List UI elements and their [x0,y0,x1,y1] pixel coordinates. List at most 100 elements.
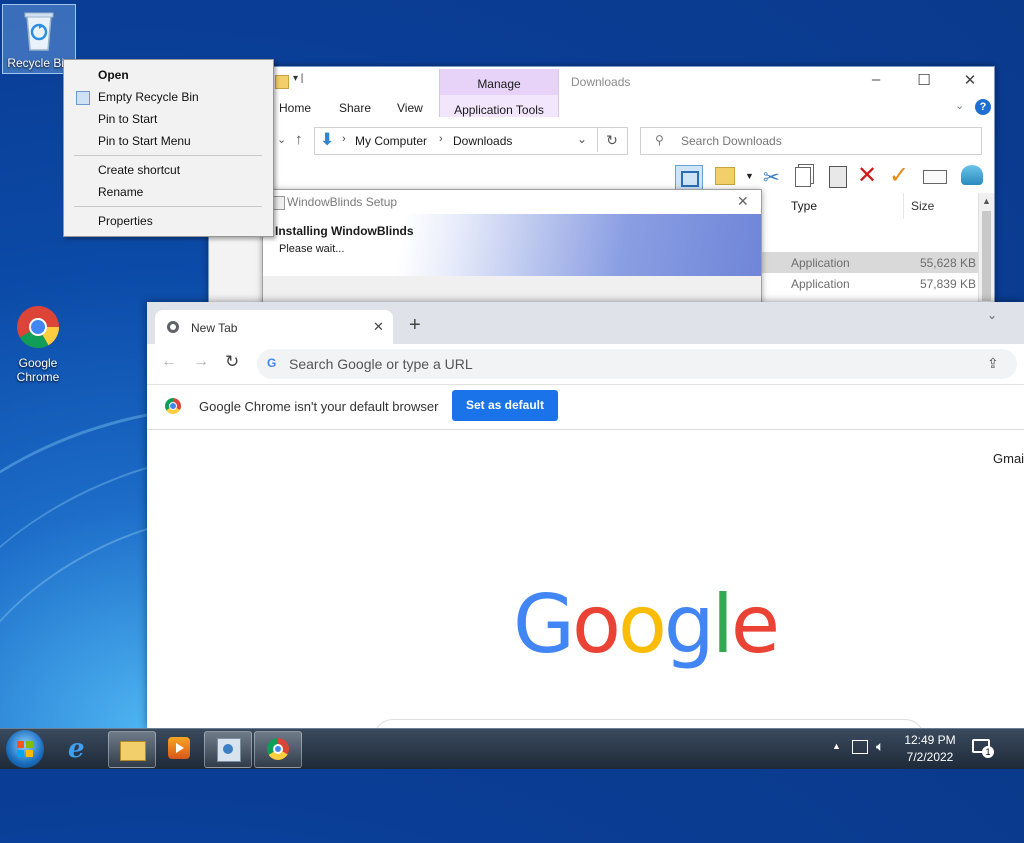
menu-item-empty-recycle-bin[interactable]: Empty Recycle Bin [98,90,199,104]
menu-item-open[interactable]: Open [98,68,129,82]
column-header-type[interactable]: Type [791,199,817,213]
action-center-icon[interactable]: 1 [972,739,994,758]
ribbon-expand-icon[interactable]: ⌄ [955,99,964,112]
menu-item-create-shortcut[interactable]: Create shortcut [98,163,180,177]
paste-icon[interactable] [829,166,847,188]
file-explorer-icon [120,741,146,761]
tab-view[interactable]: View [397,101,423,115]
chrome-desktop-icon[interactable]: Google Chrome [2,304,74,384]
close-button[interactable]: ✕ [955,71,985,91]
scroll-up-icon[interactable]: ▲ [979,196,994,206]
help-icon[interactable]: ? [975,99,991,115]
column-divider [903,193,904,219]
volume-icon[interactable]: 🔈︎ [876,738,884,755]
row-size: 57,839 KB [919,277,976,291]
taskbar-media-player[interactable] [156,731,202,766]
forward-button[interactable]: → [193,353,209,371]
menu-item-rename[interactable]: Rename [98,185,143,199]
dialog-title-bar: WindowBlinds Setup ✕ [263,190,761,214]
menu-item-properties[interactable]: Properties [98,214,153,228]
table-row[interactable]: Application 57,839 KB [761,273,978,294]
up-arrow-icon[interactable]: ↑ [295,131,303,148]
chrome-toolbar: ← → ↻ G Search Google or type a URL ⇪ [147,344,1024,384]
start-button[interactable] [6,730,44,768]
install-subtext: Please wait... [279,243,345,255]
tab-home[interactable]: Home [279,101,311,115]
set-as-default-button[interactable]: Set as default [452,390,558,421]
recycle-bin-icon [24,12,54,51]
menu-item-pin-to-start[interactable]: Pin to Start [98,112,157,126]
address-bar[interactable]: ⬇ › My Computer › Downloads ⌄ ↻ [314,127,628,155]
chrome-taskbar-icon [267,738,289,760]
back-button[interactable]: ← [161,353,177,371]
breadcrumb-my-computer[interactable]: My Computer [355,134,427,148]
minimize-button[interactable]: – [861,71,891,91]
tab-new-tab[interactable]: New Tab ✕ [155,310,393,344]
dialog-close-button[interactable]: ✕ [737,193,749,210]
tab-search-icon[interactable]: ⌄ [987,308,997,322]
refresh-icon[interactable]: ↻ [597,128,626,152]
chrome-icon [17,306,60,349]
address-dropdown-icon[interactable]: ⌄ [577,132,587,146]
row-size: 55,628 KB [919,256,976,270]
maximize-button[interactable]: ☐ [909,71,939,91]
search-downloads-field[interactable]: ⚲ Search Downloads [640,127,982,155]
dialog-title: WindowBlinds Setup [287,195,398,209]
copy-icon[interactable] [795,167,811,187]
column-header-size[interactable]: Size [911,199,934,213]
show-hidden-icons[interactable]: ▲ [832,741,841,751]
clock-time[interactable]: 12:49 PM [902,733,958,747]
vertical-scrollbar[interactable]: ▲ [978,193,994,305]
taskbar-internet-explorer[interactable]: e [58,731,104,766]
breadcrumb-separator-icon: › [439,133,443,145]
windows-logo-icon [17,741,33,757]
reload-button[interactable]: ↻ [225,352,239,372]
rename-icon[interactable] [923,170,947,184]
manage-tab[interactable]: Manage [440,77,558,91]
clock-date[interactable]: 7/2/2022 [902,750,958,764]
checkmark-icon[interactable]: ✓ [889,161,909,190]
google-g-icon: G [267,356,277,370]
chrome-favicon-icon [167,321,179,333]
breadcrumb-downloads[interactable]: Downloads [453,134,512,148]
menu-item-pin-to-start-menu[interactable]: Pin to Start Menu [98,134,191,148]
logo-letter: g [663,578,715,671]
menu-separator [74,206,262,207]
dropdown-chevron-icon[interactable]: ⌄ [277,133,286,146]
table-row[interactable]: Application 55,628 KB [761,252,978,273]
chrome-label-line2: Chrome [16,370,60,384]
context-menu: Open Empty Recycle Bin Pin to Start Pin … [63,59,274,237]
omnibox[interactable]: G Search Google or type a URL ⇪ [257,349,1017,379]
new-tab-button[interactable]: + [409,314,421,337]
recycle-small-icon [76,91,90,105]
tab-share[interactable]: Share [339,101,371,115]
shell-icon[interactable] [961,165,983,185]
quick-access-dropdown-icon[interactable]: ▾ | [293,73,303,84]
taskbar-chrome[interactable] [254,731,302,768]
tab-close-icon[interactable]: ✕ [373,319,384,335]
gmail-link[interactable]: Gmail [993,451,1024,466]
window-title: Downloads [571,75,631,89]
internet-explorer-icon: e [68,734,85,764]
folder-options-icon[interactable] [715,167,735,185]
taskbar-windowblinds-setup[interactable] [204,731,252,768]
logo-letter: G [513,578,575,671]
row-type: Application [791,277,850,291]
scroll-thumb[interactable] [982,211,991,301]
delete-icon[interactable]: ✕ [857,161,877,190]
nav-pane [209,237,263,305]
dialog-banner: Installing WindowBlinds Please wait... [263,214,761,276]
options-dropdown-icon[interactable]: ▼ [745,171,754,181]
application-tools-tab[interactable]: Application Tools [440,103,558,117]
taskbar-file-explorer[interactable] [108,731,156,768]
windowblinds-setup-dialog: WindowBlinds Setup ✕ Installing WindowBl… [262,189,762,309]
network-icon[interactable] [852,740,868,754]
logo-letter: o [572,578,621,671]
menu-separator [74,155,262,156]
cut-icon[interactable]: ✂ [763,165,780,190]
taskbar: e ▲ 🔈︎ 12:49 PM 7/2/2022 1 [0,728,1024,769]
share-icon[interactable]: ⇪ [987,355,999,372]
omnibox-placeholder: Search Google or type a URL [289,356,473,372]
infobar-message: Google Chrome isn't your default browser [199,399,439,414]
preview-pane-icon[interactable] [675,165,703,191]
